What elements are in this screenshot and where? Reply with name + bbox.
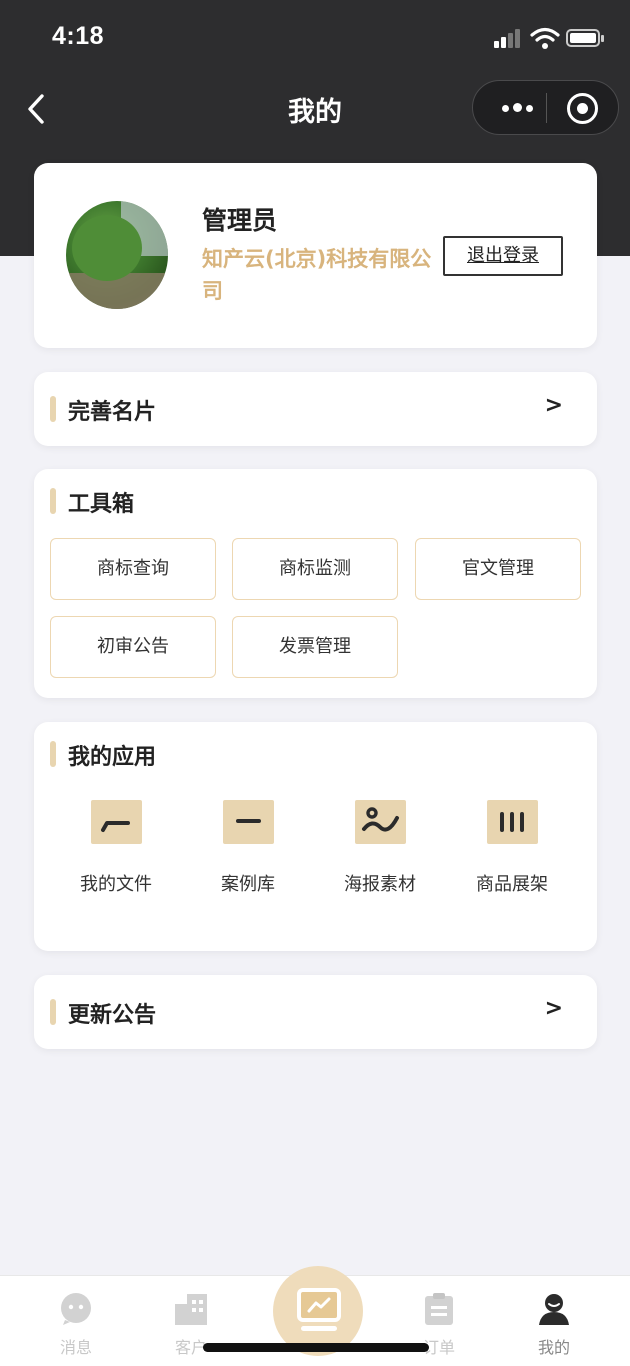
tool-official-docs-button[interactable]: 官文管理 xyxy=(415,538,581,600)
message-bubble-icon xyxy=(61,1293,91,1325)
close-button[interactable] xyxy=(567,93,598,124)
profile-name: 管理员 xyxy=(202,206,278,235)
section-marker xyxy=(50,999,56,1025)
file-curve-icon xyxy=(91,800,142,844)
more-button[interactable] xyxy=(489,91,545,125)
tab-messages[interactable]: 消息 xyxy=(26,1276,126,1366)
mini-program-capsule xyxy=(472,80,619,135)
capsule-divider xyxy=(546,93,547,123)
shelf-bars-icon xyxy=(487,800,538,844)
more-dots-icon xyxy=(500,97,535,116)
app-product-shelf[interactable]: 商品展架 xyxy=(447,800,577,900)
complete-business-card-row[interactable]: 完善名片 > xyxy=(34,372,597,446)
section-title: 我的应用 xyxy=(68,745,157,770)
home-indicator xyxy=(203,1343,429,1352)
tool-invoice-button[interactable]: 发票管理 xyxy=(232,616,398,678)
tool-trademark-monitor-button[interactable]: 商标监测 xyxy=(232,538,398,600)
wifi-icon xyxy=(530,27,560,49)
building-icon xyxy=(175,1294,207,1325)
poster-wave-icon xyxy=(355,800,406,844)
tool-preliminary-notice-button[interactable]: 初审公告 xyxy=(50,616,216,678)
avatar xyxy=(66,201,168,309)
app-case-library[interactable]: 案例库 xyxy=(183,800,313,900)
logout-button[interactable]: 退出登录 xyxy=(443,236,563,276)
my-apps-card: 我的应用 我的文件 案例库 海报素材 商品展架 xyxy=(34,722,597,951)
status-bar: 4:18 xyxy=(0,0,630,78)
section-marker xyxy=(50,741,56,767)
user-icon xyxy=(539,1294,569,1325)
tool-trademark-search-button[interactable]: 商标查询 xyxy=(50,538,216,600)
section-marker xyxy=(50,396,56,422)
tab-mine[interactable]: 我的 xyxy=(504,1276,604,1366)
section-marker xyxy=(50,488,56,514)
app-label: 案例库 xyxy=(221,874,275,895)
tab-customers[interactable]: 客户 xyxy=(141,1276,241,1366)
chevron-right-icon: > xyxy=(544,996,563,1021)
clipboard-icon xyxy=(425,1293,453,1325)
tab-orders[interactable]: 订单 xyxy=(389,1276,489,1366)
nav-bar: 我的 xyxy=(0,78,630,140)
chevron-right-icon: > xyxy=(544,393,563,418)
battery-icon xyxy=(566,29,604,47)
update-notice-row[interactable]: 更新公告 > xyxy=(34,975,597,1049)
case-dash-icon xyxy=(223,800,274,844)
app-label: 商品展架 xyxy=(476,874,548,895)
section-title: 工具箱 xyxy=(68,492,135,517)
app-my-files[interactable]: 我的文件 xyxy=(51,800,181,900)
tab-label: 我的 xyxy=(537,1338,570,1357)
row-title: 更新公告 xyxy=(68,1003,157,1028)
status-icons xyxy=(494,26,606,52)
status-time: 4:18 xyxy=(52,22,105,50)
tab-label: 消息 xyxy=(59,1338,92,1357)
profile-card: 管理员 知产云(北京)科技有限公司 退出登录 xyxy=(34,163,597,348)
app-label: 海报素材 xyxy=(344,874,416,895)
toolbox-card: 工具箱 商标查询 商标监测 官文管理 初审公告 发票管理 xyxy=(34,469,597,698)
row-title: 完善名片 xyxy=(68,400,157,425)
signal-icon xyxy=(494,28,524,48)
profile-company: 知产云(北京)科技有限公司 xyxy=(202,247,432,303)
app-label: 我的文件 xyxy=(80,874,152,895)
app-poster-materials[interactable]: 海报素材 xyxy=(315,800,445,900)
